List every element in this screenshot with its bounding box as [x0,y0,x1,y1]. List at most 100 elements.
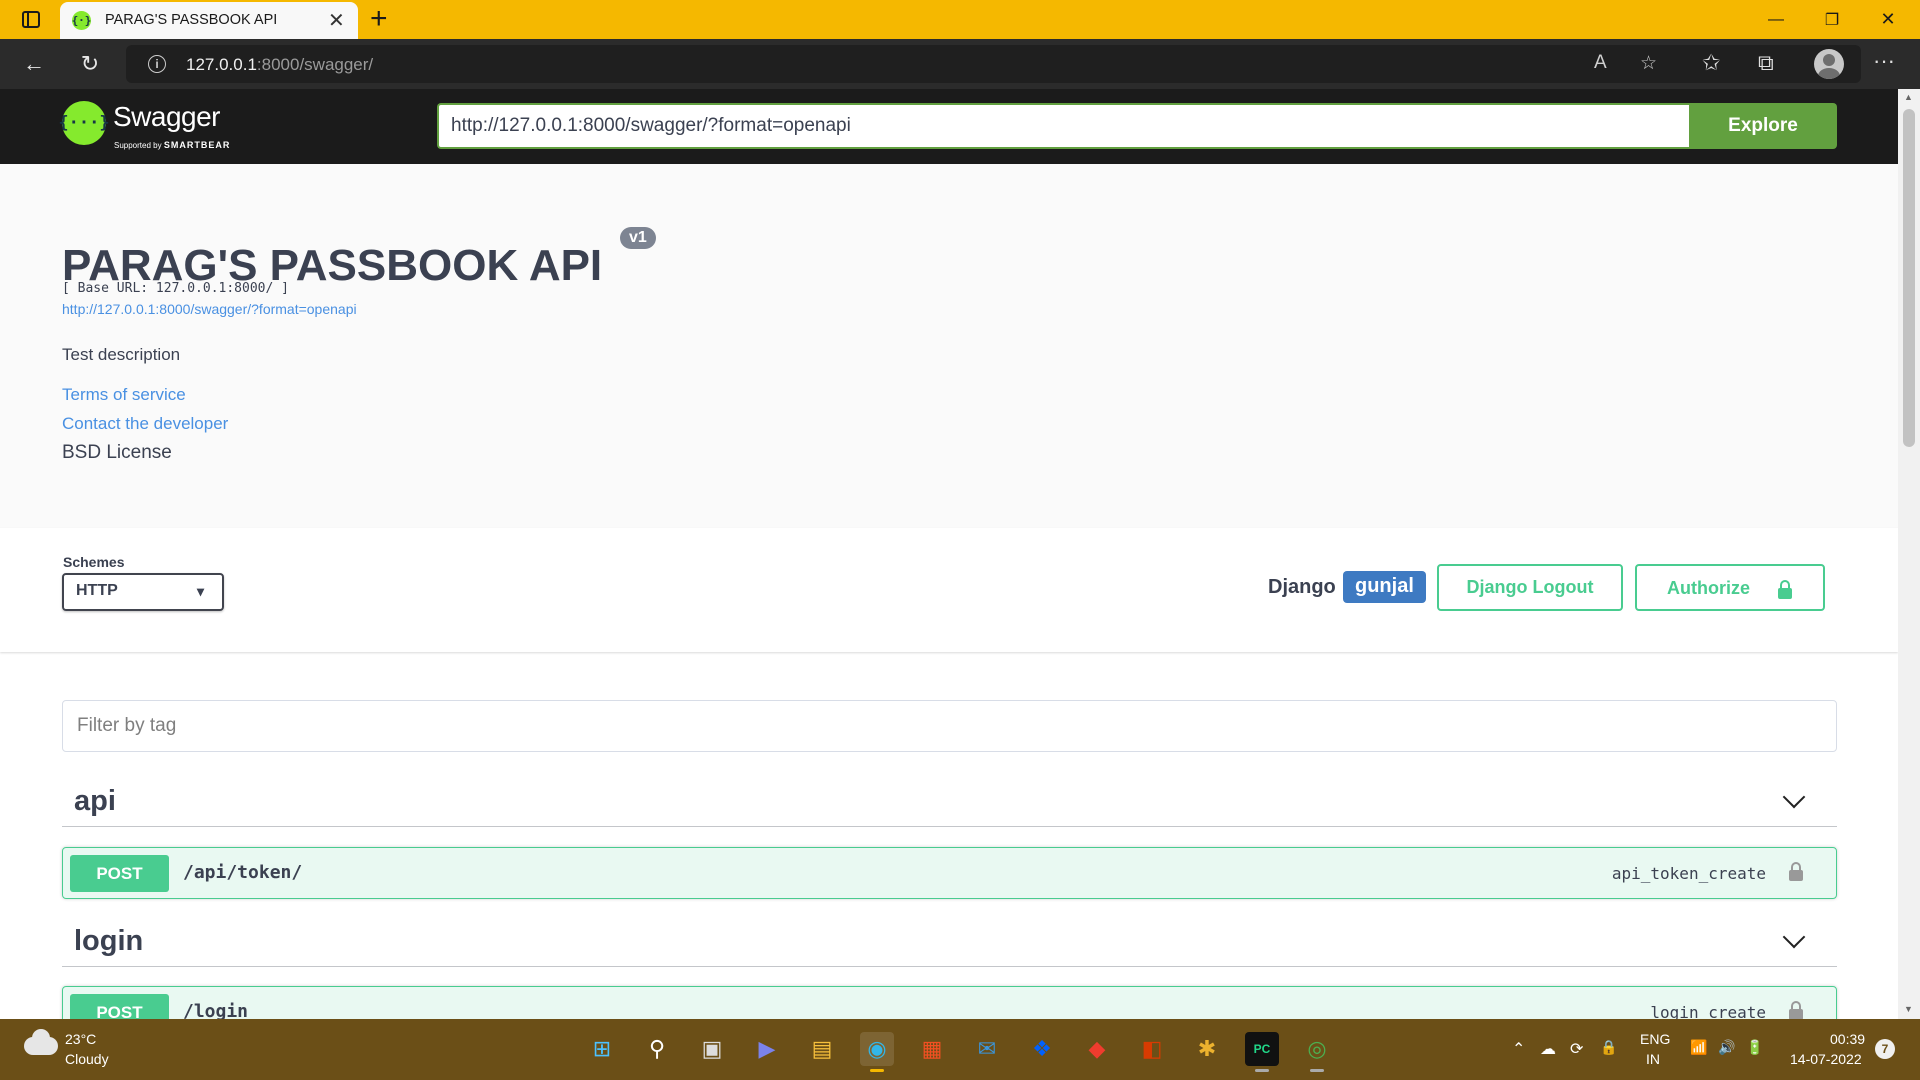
teams-icon[interactable]: ▶ [750,1032,784,1066]
base-url: [ Base URL: 127.0.0.1:8000/ ] [62,281,289,296]
weather-temperature[interactable]: 23°C [65,1031,96,1047]
address-host: 127.0.0.1 [186,55,257,74]
browser-title-bar: {·} PARAG'S PASSBOOK API ✕ + — ❐ ✕ [0,0,1920,39]
authorize-label: Authorize [1667,578,1750,598]
wifi-icon[interactable]: 📶 [1690,1039,1707,1056]
tag-name: login [74,925,144,957]
task-view-icon[interactable]: ▣ [695,1032,729,1066]
store-icon[interactable]: ▦ [915,1032,949,1066]
window-close-button[interactable]: ✕ [1860,0,1916,39]
scroll-up-icon[interactable]: ▲ [1904,92,1913,102]
active-indicator [870,1069,884,1072]
spec-url-input[interactable]: http://127.0.0.1:8000/swagger/?format=op… [437,103,1689,149]
read-aloud-icon[interactable]: A [1594,52,1607,74]
edge-icon[interactable]: ◉ [860,1032,894,1072]
address-path: :8000/swagger/ [256,55,374,74]
pycharm-icon[interactable]: PC [1245,1032,1279,1072]
page-scrollbar[interactable]: ▲ ▼ [1898,89,1920,1019]
lock-icon[interactable] [1789,862,1803,881]
new-tab-button[interactable]: + [370,2,388,36]
clock-date[interactable]: 14-07-2022 [1790,1051,1862,1067]
chrome-glyph: ◎ [1307,1036,1327,1061]
language-indicator[interactable]: ENG [1640,1031,1670,1047]
weather-description[interactable]: Cloudy [65,1051,109,1067]
api-description: Test description [62,345,181,364]
chrome-icon[interactable]: ◎ [1300,1032,1334,1072]
security-icon[interactable]: 🔒 [1600,1039,1617,1056]
running-indicator [1255,1069,1269,1072]
method-badge: POST [70,855,169,892]
swagger-brand[interactable]: Swagger [113,101,221,133]
windows-start-icon[interactable]: ⊞ [585,1032,619,1066]
tag-heading-login[interactable]: login [62,917,1837,967]
tray-overflow-icon[interactable]: ⌃ [1512,1039,1525,1059]
operation-post-api-token[interactable]: POST /api/token/ api_token_create [62,847,1837,899]
favorites-icon[interactable]: ✩ [1702,50,1720,76]
address-url[interactable]: 127.0.0.1:8000/swagger/ [186,55,373,75]
scroll-down-icon[interactable]: ▼ [1904,1004,1913,1014]
tab-actions-icon[interactable] [22,11,40,28]
authorize-button[interactable]: Authorize [1635,564,1825,611]
search-icon[interactable]: ⚲ [640,1032,674,1066]
edge-glyph: ◉ [867,1036,887,1061]
license-text: BSD License [62,442,172,463]
swagger-tagline: Supported by SMARTBEAR [114,140,230,150]
tab-title: PARAG'S PASSBOOK API [105,12,278,28]
git-icon[interactable]: ◆ [1080,1032,1114,1066]
django-user-badge: gunjal [1343,571,1426,603]
chevron-down-icon: ▾ [196,583,204,599]
tag-heading-api[interactable]: api [62,777,1837,827]
back-button[interactable]: ← [17,47,51,81]
operation-path: /api/token/ [183,862,303,883]
profile-avatar[interactable] [1814,49,1844,79]
volume-icon[interactable]: 🔊 [1718,1039,1735,1056]
site-info-icon[interactable]: i [148,55,166,73]
chevron-down-icon[interactable] [1782,925,1806,949]
tagline-company: SMARTBEAR [163,140,231,150]
clock-time[interactable]: 00:39 [1830,1031,1865,1047]
terms-of-service-link[interactable]: Terms of service [62,385,186,405]
filter-by-tag-input[interactable]: Filter by tag [62,700,1837,752]
schemes-selected-value: HTTP [76,582,118,599]
reload-button[interactable]: ↻ [73,47,107,81]
chevron-down-icon[interactable] [1782,785,1806,809]
operation-path: /login [183,1001,249,1019]
office-icon[interactable]: ◧ [1135,1032,1169,1066]
operation-id: login_create [1650,1003,1766,1019]
battery-icon[interactable]: 🔋 [1746,1039,1763,1056]
contact-developer-link[interactable]: Contact the developer [62,414,228,434]
scroll-thumb[interactable] [1903,109,1915,447]
schemes-label: Schemes [63,554,125,570]
django-logout-button[interactable]: Django Logout [1437,564,1623,611]
collections-icon[interactable]: ⧉ [1758,50,1774,76]
api-info-section [0,164,1898,528]
swagger-logo-icon[interactable]: {···} [58,101,110,145]
region-indicator[interactable]: IN [1646,1051,1660,1067]
add-favorite-icon[interactable]: ☆ [1640,52,1657,75]
minimize-button[interactable]: — [1748,0,1804,39]
operation-post-login[interactable]: POST /login login_create [62,986,1837,1019]
tab-close-icon[interactable]: ✕ [328,8,345,33]
restore-button[interactable]: ❐ [1804,0,1860,39]
browser-tab[interactable]: {·} PARAG'S PASSBOOK API ✕ [60,2,358,39]
version-badge: v1 [620,227,656,249]
schemes-select[interactable]: HTTP ▾ [62,573,224,611]
dropbox-icon[interactable]: ❖ [1025,1032,1059,1066]
file-explorer-icon[interactable]: ▤ [805,1032,839,1066]
browser-toolbar: ← ↻ i 127.0.0.1:8000/swagger/ A ☆ ✩ ⧉ ··… [0,39,1920,89]
slack-icon[interactable]: ✱ [1190,1032,1224,1066]
address-bar[interactable]: i 127.0.0.1:8000/swagger/ A ☆ [126,45,1861,83]
more-menu-icon[interactable]: ··· [1873,48,1895,74]
lock-icon[interactable] [1789,1001,1803,1019]
mail-icon[interactable]: ✉ [970,1032,1004,1066]
swagger-favicon-icon: {·} [72,11,91,30]
operation-id: api_token_create [1611,864,1766,883]
spec-link[interactable]: http://127.0.0.1:8000/swagger/?format=op… [62,301,357,317]
page-viewport: {···} Swagger Supported by SMARTBEAR htt… [0,89,1898,1019]
cloud-icon[interactable] [24,1029,58,1055]
sync-icon[interactable]: ⟳ [1570,1039,1583,1059]
notification-badge[interactable]: 7 [1875,1039,1895,1059]
tagline-prefix: Supported by [114,141,162,150]
explore-button[interactable]: Explore [1689,103,1837,149]
onedrive-icon[interactable]: ☁ [1540,1039,1556,1059]
